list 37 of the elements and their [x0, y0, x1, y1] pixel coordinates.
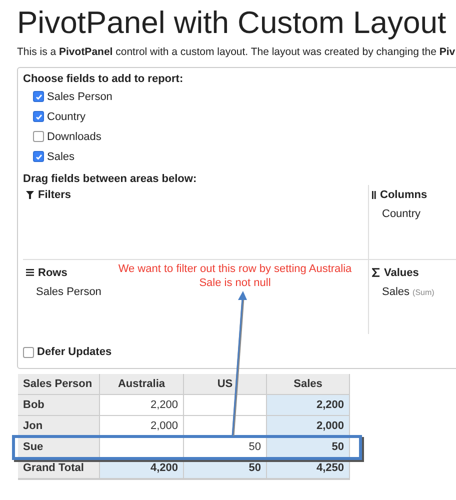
area-field[interactable]: Country: [382, 206, 421, 222]
page-title: PivotPanel with Custom Layout: [17, 4, 448, 42]
table-cell: 2,200: [100, 395, 184, 416]
rows-icon: [26, 269, 34, 276]
checkbox[interactable]: [33, 91, 44, 102]
column-header: Sales Person: [18, 374, 100, 396]
description: This is a PivotPanel control with a custom layout. The layout was created by changing the Piv: [17, 45, 456, 60]
area-label: Columns: [380, 188, 428, 202]
field-label[interactable]: Sales Person: [47, 88, 112, 105]
sigma-icon: [372, 268, 380, 278]
area-label: Rows: [38, 266, 68, 280]
checkbox[interactable]: [33, 151, 44, 162]
area-label: Values: [384, 266, 419, 280]
area-field[interactable]: Sales Person: [36, 284, 102, 300]
field-label[interactable]: Sales: [47, 148, 75, 165]
defer-updates-label[interactable]: Defer Updates: [37, 344, 112, 360]
row-header: Jon: [18, 416, 100, 438]
row-header: Bob: [18, 395, 100, 416]
checkbox[interactable]: [33, 131, 44, 142]
area-field[interactable]: Sales (Sum): [382, 284, 434, 300]
checkbox[interactable]: [33, 111, 44, 122]
field-label[interactable]: Downloads: [47, 128, 102, 145]
table-cell: 2,000: [267, 416, 350, 438]
columns-icon: [372, 190, 376, 199]
column-header: Sales: [267, 374, 350, 396]
column-header: Australia: [100, 374, 184, 396]
filter-icon: [26, 190, 34, 199]
table-cell: 2,200: [267, 395, 350, 416]
table-cell: 50: [267, 437, 350, 458]
annotation: We want to filter out this row by setting Australia Sale is not null: [117, 262, 353, 290]
field-label[interactable]: Country: [47, 108, 86, 125]
section-heading: Choose fields to add to report:: [23, 72, 184, 87]
column-header: US: [184, 374, 267, 396]
section-heading: Drag fields between areas below:: [23, 172, 198, 185]
area-label: Filters: [38, 188, 72, 202]
row-header: Sue: [18, 437, 100, 458]
checkbox[interactable]: [23, 346, 34, 358]
